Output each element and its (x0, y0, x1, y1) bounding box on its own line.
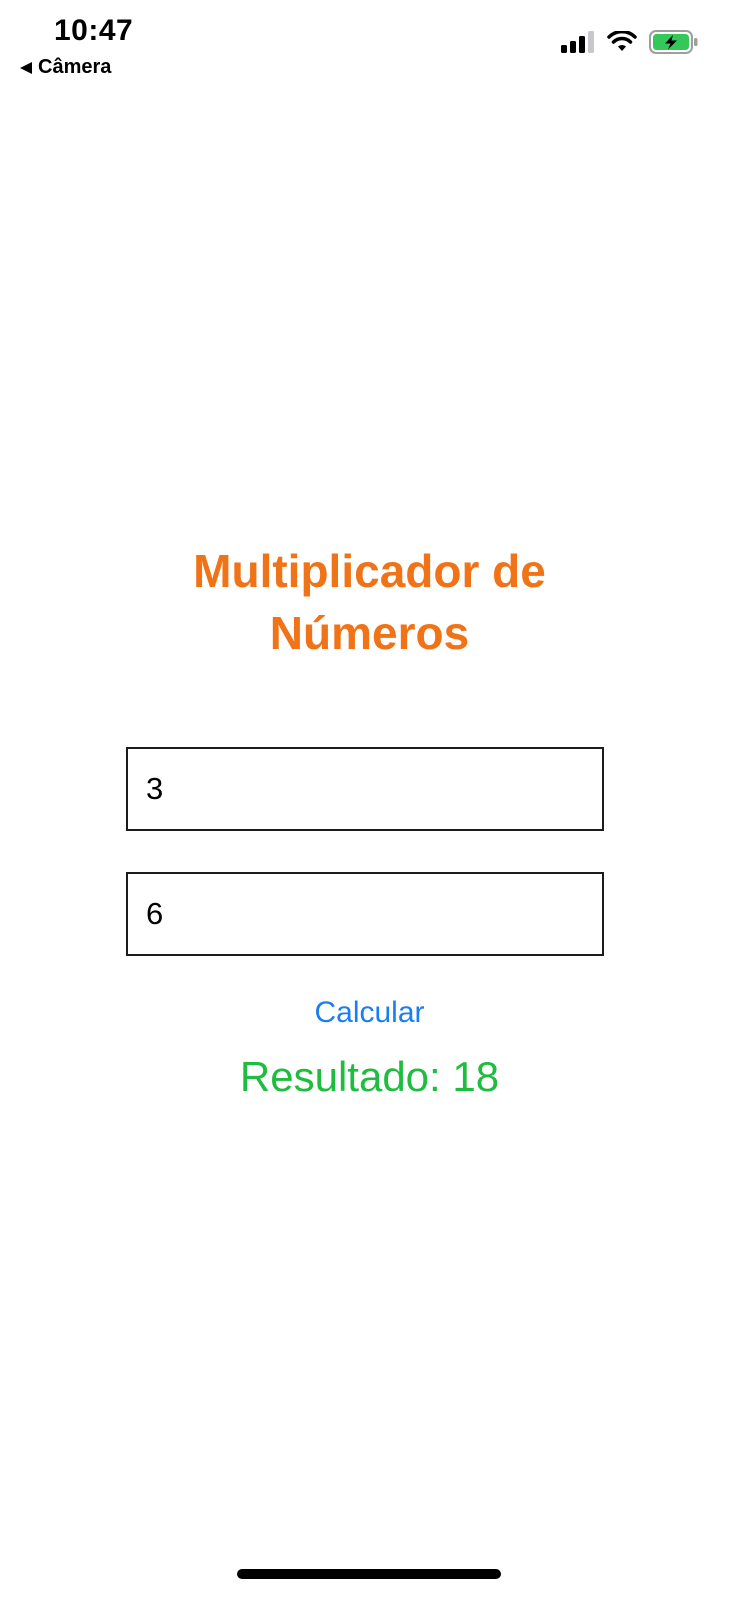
back-arrow-icon (20, 61, 32, 74)
page-title-line-2: Números (269, 607, 470, 659)
home-indicator[interactable] (237, 1569, 501, 1579)
back-link-label: Câmera (38, 56, 112, 78)
wifi-icon (607, 31, 637, 51)
page-title-line-1: Multiplicador de (193, 545, 546, 597)
calculate-button-row: Calcular (0, 996, 739, 1030)
battery-charging-icon (649, 30, 698, 54)
first-number-input[interactable]: 3 (126, 747, 604, 831)
status-icons (561, 30, 699, 54)
back-to-camera-link[interactable]: Câmera (20, 56, 111, 79)
page-title: Multiplicador de Números (0, 540, 739, 664)
result-text: Resultado: 18 (239, 1053, 500, 1100)
status-time: 10:47 (54, 14, 134, 47)
status-bar: 10:47 Câmera (0, 0, 739, 90)
calculate-button[interactable]: Calcular (314, 996, 424, 1029)
second-number-value: 6 (146, 896, 164, 931)
cellular-signal-icon (561, 31, 594, 53)
second-number-input[interactable]: 6 (126, 872, 604, 956)
first-number-value: 3 (146, 771, 164, 806)
